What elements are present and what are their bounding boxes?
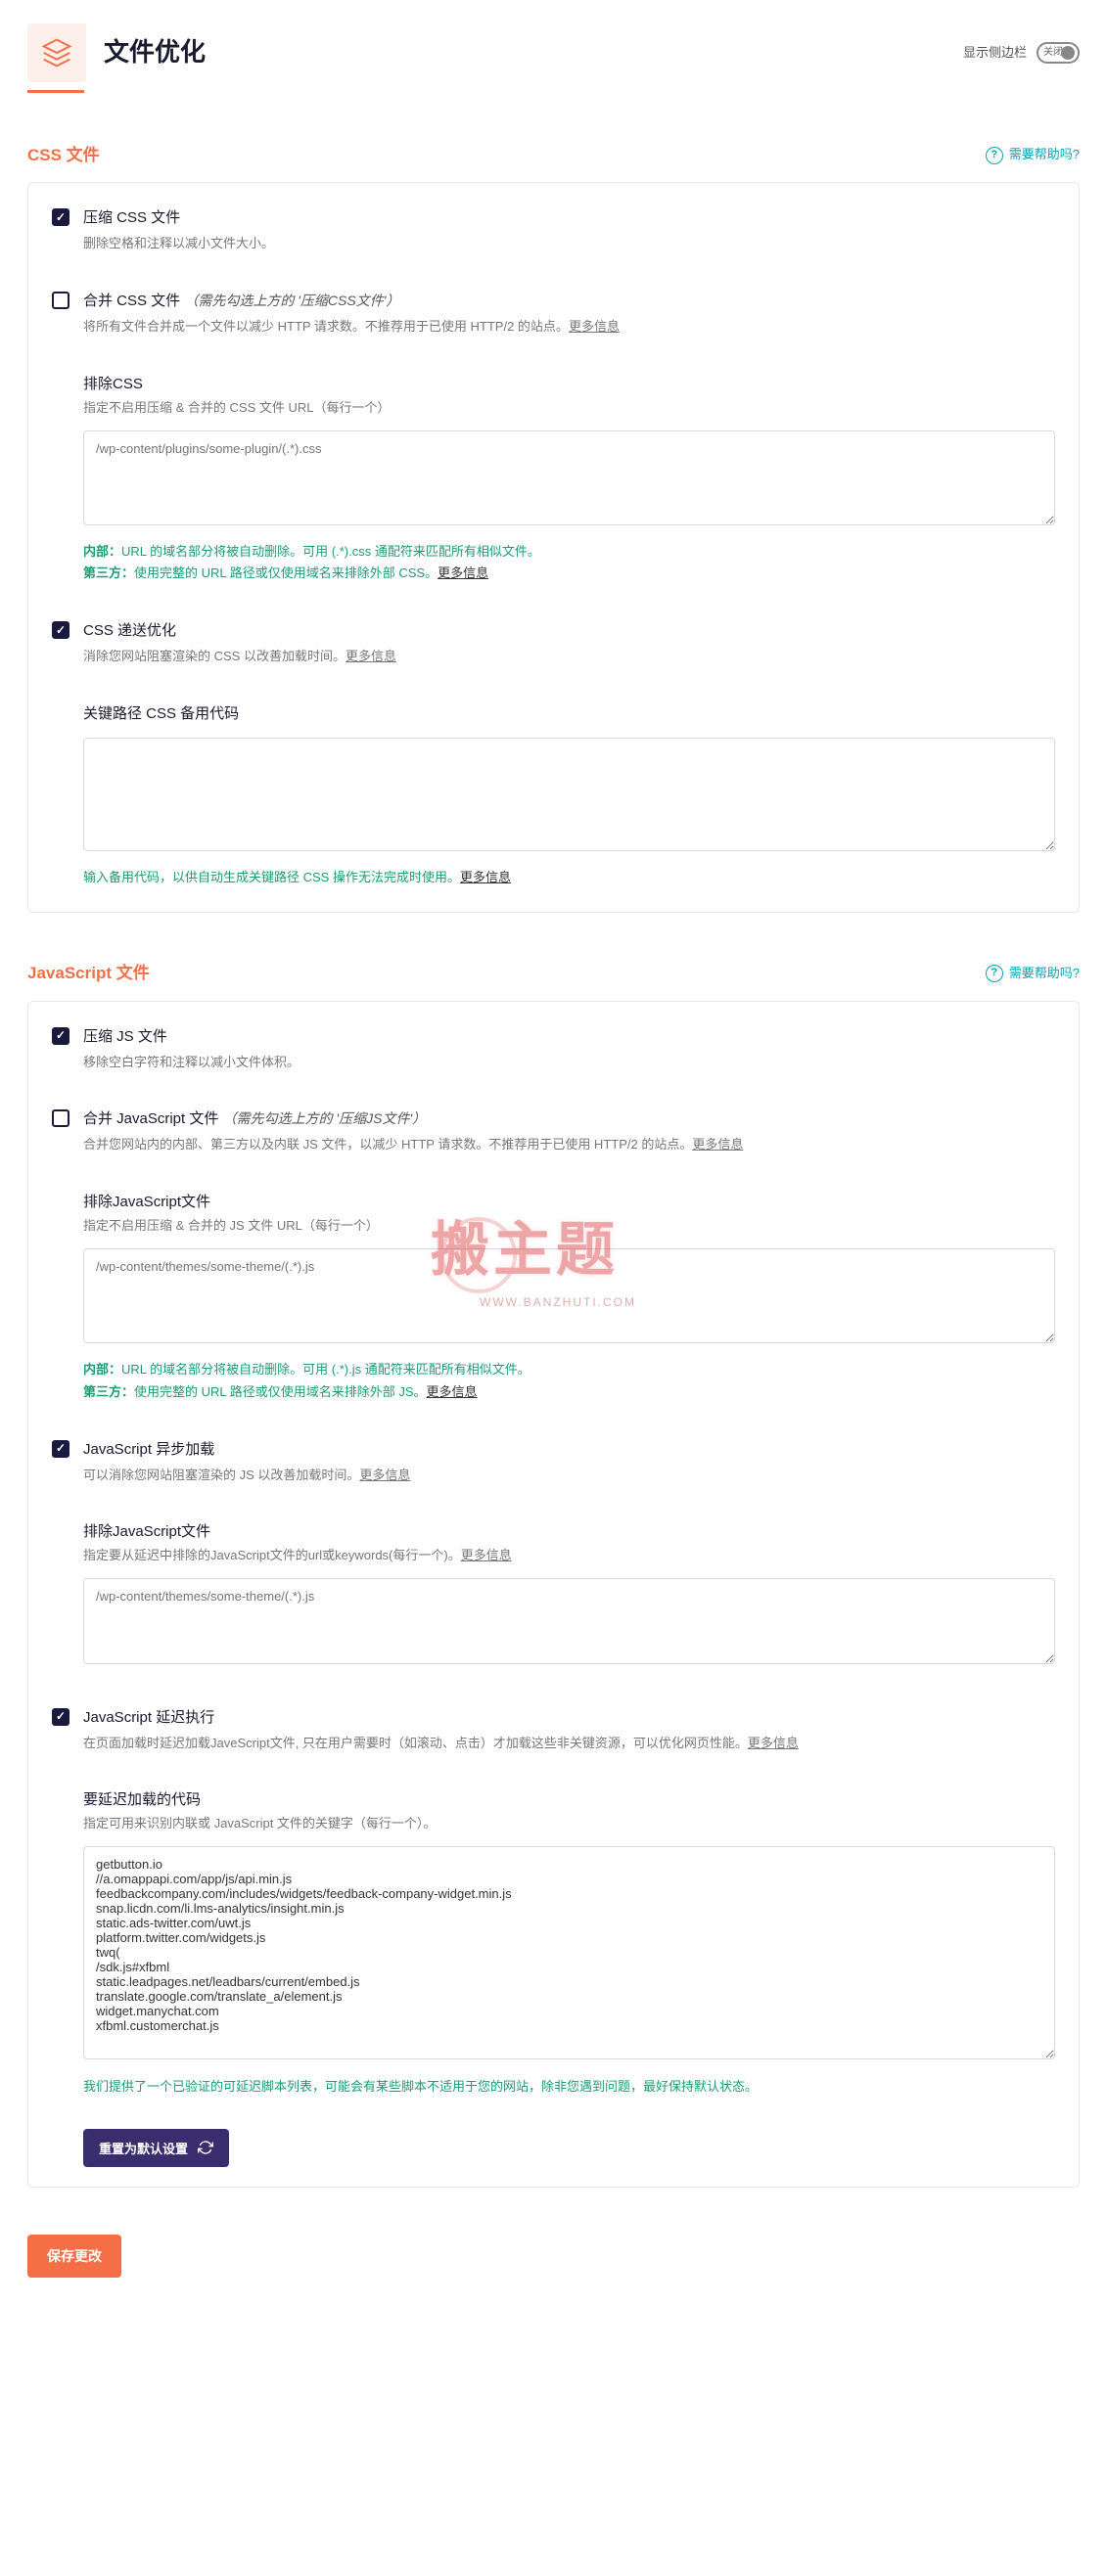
page-header: 文件优化 显示侧边栏 关闭	[27, 23, 1080, 82]
defer-js-title: JavaScript 异步加载	[83, 1438, 1055, 1462]
sidebar-toggle-label: 显示侧边栏	[963, 43, 1027, 64]
exclude-js-textarea[interactable]	[83, 1248, 1055, 1343]
minify-css-desc: 删除空格和注释以减小文件大小。	[83, 234, 1055, 254]
combine-css-more[interactable]: 更多信息	[569, 319, 620, 334]
delay-js-more[interactable]: 更多信息	[748, 1736, 799, 1750]
combine-js-more[interactable]: 更多信息	[692, 1137, 743, 1152]
exclude-css-title: 排除CSS	[83, 373, 1055, 396]
exclude-css-note: 内部：URL 的域名部分将被自动删除。可用 (.*).css 通配符来匹配所有相…	[83, 541, 1055, 584]
help-icon: ?	[986, 965, 1003, 982]
minify-js-title: 压缩 JS 文件	[83, 1025, 1055, 1049]
exclude-css-desc: 指定不启用压缩 & 合并的 CSS 文件 URL（每行一个）	[83, 398, 1055, 419]
tab-underline	[27, 90, 84, 93]
js-section-title: JavaScript 文件	[27, 960, 150, 986]
minify-css-title: 压缩 CSS 文件	[83, 206, 1055, 230]
defer-exclude-textarea[interactable]	[83, 1578, 1055, 1664]
minify-js-checkbox[interactable]	[52, 1027, 69, 1045]
css-section-title: CSS 文件	[27, 142, 100, 168]
combine-js-checkbox[interactable]	[52, 1109, 69, 1127]
minify-js-desc: 移除空白字符和注释以减小文件体积。	[83, 1053, 1055, 1073]
defer-exclude-desc: 指定要从延迟中排除的JavaScript文件的url或keywords(每行一个…	[83, 1546, 1055, 1566]
critical-css-title: 关键路径 CSS 备用代码	[83, 702, 1055, 726]
delay-code-desc: 指定可用来识别内联或 JavaScript 文件的关键字（每行一个）。	[83, 1814, 1055, 1834]
js-panel: 压缩 JS 文件 移除空白字符和注释以减小文件体积。 合并 JavaScript…	[27, 1001, 1080, 2188]
css-help-link[interactable]: ? 需要帮助吗?	[986, 145, 1080, 165]
exclude-css-textarea[interactable]	[83, 430, 1055, 525]
delay-js-checkbox[interactable]	[52, 1708, 69, 1726]
save-button[interactable]: 保存更改	[27, 2235, 121, 2278]
delay-code-note: 我们提供了一个已验证的可延迟脚本列表，可能会有某些脚本不适用于您的网站，除非您遇…	[83, 2076, 1055, 2098]
defer-js-more[interactable]: 更多信息	[359, 1468, 410, 1482]
refresh-icon	[198, 2140, 213, 2155]
help-icon: ?	[986, 147, 1003, 164]
exclude-css-more[interactable]: 更多信息	[438, 565, 488, 580]
delay-code-textarea[interactable]	[83, 1846, 1055, 2059]
defer-js-desc: 可以消除您网站阻塞渲染的 JS 以改善加载时间。更多信息	[83, 1466, 1055, 1486]
reset-defaults-button[interactable]: 重置为默认设置	[83, 2129, 229, 2167]
page-title: 文件优化	[104, 32, 206, 73]
exclude-js-note: 内部：URL 的域名部分将被自动删除。可用 (.*).js 通配符来匹配所有相似…	[83, 1359, 1055, 1402]
combine-css-checkbox[interactable]	[52, 292, 69, 309]
delay-js-title: JavaScript 延迟执行	[83, 1706, 1055, 1730]
combine-js-title: 合并 JavaScript 文件 （需先勾选上方的 '压缩JS文件'）	[83, 1107, 1055, 1131]
js-help-link[interactable]: ? 需要帮助吗?	[986, 964, 1080, 984]
delay-js-desc: 在页面加载时延迟加载JaveScript文件, 只在用户需要时（如滚动、点击）才…	[83, 1734, 1055, 1754]
optimize-css-delivery-checkbox[interactable]	[52, 621, 69, 639]
defer-exclude-more[interactable]: 更多信息	[461, 1548, 512, 1562]
combine-css-desc: 将所有文件合并成一个文件以减少 HTTP 请求数。不推荐用于已使用 HTTP/2…	[83, 317, 1055, 338]
combine-js-desc: 合并您网站内的内部、第三方以及内联 JS 文件，以减少 HTTP 请求数。不推荐…	[83, 1135, 1055, 1155]
exclude-js-more[interactable]: 更多信息	[427, 1384, 478, 1399]
defer-exclude-title: 排除JavaScript文件	[83, 1520, 1055, 1544]
optimize-css-delivery-desc: 消除您网站阻塞渲染的 CSS 以改善加载时间。更多信息	[83, 647, 1055, 667]
layers-icon	[27, 23, 86, 82]
critical-css-textarea[interactable]	[83, 738, 1055, 851]
delay-code-title: 要延迟加载的代码	[83, 1788, 1055, 1812]
css-panel: 压缩 CSS 文件 删除空格和注释以减小文件大小。 合并 CSS 文件 （需先勾…	[27, 182, 1080, 913]
optimize-css-delivery-title: CSS 递送优化	[83, 619, 1055, 643]
sidebar-toggle[interactable]: 关闭	[1037, 42, 1080, 64]
minify-css-checkbox[interactable]	[52, 208, 69, 226]
optimize-css-delivery-more[interactable]: 更多信息	[346, 649, 396, 663]
exclude-js-title: 排除JavaScript文件	[83, 1191, 1055, 1214]
defer-js-checkbox[interactable]	[52, 1440, 69, 1458]
exclude-js-desc: 指定不启用压缩 & 合并的 JS 文件 URL（每行一个）	[83, 1216, 1055, 1237]
critical-css-note: 输入备用代码，以供自动生成关键路径 CSS 操作无法完成时使用。更多信息	[83, 867, 1055, 888]
combine-css-title: 合并 CSS 文件 （需先勾选上方的 '压缩CSS文件'）	[83, 290, 1055, 313]
critical-css-more[interactable]: 更多信息	[460, 870, 511, 884]
